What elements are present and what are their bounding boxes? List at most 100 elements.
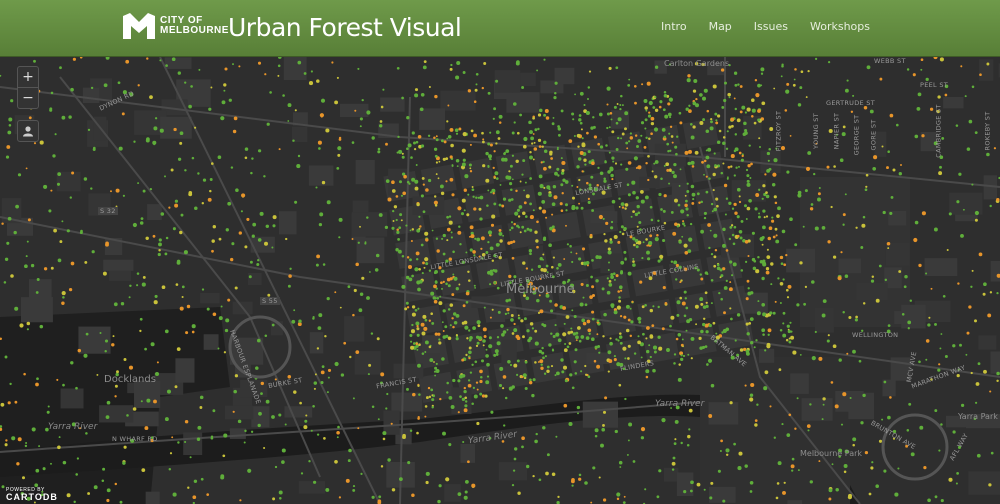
tree-point <box>557 262 562 267</box>
label-yarra-river-1: Yarra River <box>48 422 98 432</box>
tree-point <box>733 97 736 100</box>
tree-point <box>607 269 610 271</box>
tree-point <box>790 464 795 469</box>
label-cambridge-st: CAMBRIDGE ST <box>934 104 943 158</box>
tree-point <box>578 178 581 182</box>
tree-point <box>467 383 472 388</box>
tree-point <box>797 193 802 198</box>
building-block <box>183 432 203 456</box>
tree-point <box>400 219 403 222</box>
tree-point <box>683 314 687 318</box>
tree-point <box>661 327 665 331</box>
tree-point <box>141 468 146 472</box>
tree-point <box>906 429 910 432</box>
tree-point <box>658 105 662 109</box>
tree-map[interactable]: Melbourne Docklands Yarra River Yarra Ri… <box>0 57 1000 504</box>
nav-map[interactable]: Map <box>709 20 732 33</box>
tree-point <box>964 95 967 98</box>
tree-point <box>502 375 507 379</box>
tree-point <box>368 363 372 367</box>
tree-point <box>198 68 201 71</box>
tree-point <box>636 204 640 209</box>
nav-workshops[interactable]: Workshops <box>810 20 870 33</box>
city-of-melbourne-logo[interactable]: CITY OF MELBOURNE <box>122 12 229 40</box>
tree-point <box>509 228 512 232</box>
zoom-out-button[interactable]: − <box>18 87 38 108</box>
tree-point <box>710 202 714 206</box>
tree-point <box>809 403 812 406</box>
tree-point <box>70 361 74 365</box>
tree-point <box>745 322 749 326</box>
tree-point <box>264 241 268 246</box>
label-wellington: WELLINGTON <box>852 331 899 339</box>
tree-point <box>803 302 807 306</box>
tree-point <box>618 460 623 465</box>
tree-point <box>578 202 581 205</box>
tree-point <box>654 108 659 113</box>
tree-point <box>632 237 636 241</box>
tree-point <box>274 465 278 469</box>
tree-point <box>765 194 770 199</box>
tree-point <box>177 441 180 444</box>
tree-point <box>557 174 560 177</box>
tree-point <box>428 85 431 89</box>
tree-point <box>585 283 589 288</box>
tree-point <box>564 180 569 184</box>
building-block <box>200 292 220 304</box>
tree-point <box>640 190 644 194</box>
tree-point <box>623 315 627 319</box>
tree-point <box>883 469 887 473</box>
tree-point <box>677 333 682 337</box>
tree-point <box>523 229 527 233</box>
tree-point <box>571 112 575 116</box>
tree-point <box>769 405 772 408</box>
tree-point <box>974 210 979 216</box>
tree-point <box>774 201 778 205</box>
tree-point <box>393 205 398 209</box>
tree-point <box>599 145 604 149</box>
locate-me-button[interactable] <box>17 120 39 142</box>
tree-point <box>487 240 490 244</box>
tree-point <box>287 103 292 108</box>
tree-point <box>435 161 438 164</box>
tree-point <box>593 359 597 363</box>
nav-intro[interactable]: Intro <box>661 20 687 33</box>
tree-point <box>449 127 454 132</box>
tree-point <box>536 245 539 249</box>
tree-point <box>498 203 502 207</box>
tree-point <box>632 460 636 463</box>
tree-point <box>291 319 296 324</box>
tree-point <box>271 415 275 419</box>
tree-point <box>33 142 37 145</box>
tree-point <box>463 389 467 394</box>
tree-point <box>136 284 139 287</box>
tree-point <box>748 322 752 325</box>
tree-point <box>478 207 482 211</box>
zoom-in-button[interactable]: + <box>18 67 38 87</box>
tree-point <box>399 213 403 217</box>
cartodb-attribution[interactable]: POWERED BY CARTODB <box>6 487 58 502</box>
tree-point <box>479 195 484 200</box>
tree-point <box>667 112 672 117</box>
tree-point <box>644 303 647 307</box>
nav-issues[interactable]: Issues <box>754 20 788 33</box>
tree-point <box>699 297 704 302</box>
tree-point <box>578 114 582 117</box>
tree-point <box>522 335 525 339</box>
tree-point <box>746 179 750 183</box>
tree-point <box>613 358 617 362</box>
tree-point <box>710 118 713 121</box>
tree-point <box>457 379 461 383</box>
tree-point <box>24 264 28 269</box>
tree-point <box>92 146 96 150</box>
tree-point <box>772 172 777 177</box>
tree-point <box>702 305 707 309</box>
tree-point <box>316 433 320 436</box>
tree-point <box>481 394 486 398</box>
tree-point <box>446 137 449 140</box>
tree-point <box>240 210 243 213</box>
tree-point <box>437 499 441 504</box>
tree-point <box>468 356 471 360</box>
tree-point <box>525 296 530 301</box>
building-block <box>354 351 381 375</box>
